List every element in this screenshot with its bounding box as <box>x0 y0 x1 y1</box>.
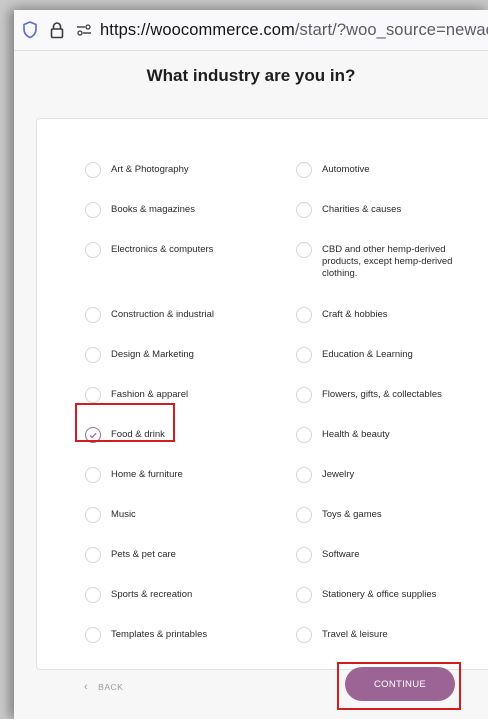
radio-icon[interactable] <box>296 427 312 443</box>
industry-option-software[interactable]: Software <box>296 547 457 563</box>
industry-option-templates-printables[interactable]: Templates & printables <box>85 627 207 643</box>
industry-option-automotive[interactable]: Automotive <box>296 162 457 178</box>
industry-option-toys-games[interactable]: Toys & games <box>296 507 457 523</box>
industry-option-jewelry[interactable]: Jewelry <box>296 467 457 483</box>
industry-option-cbd-hemp[interactable]: CBD and other hemp-derived products, exc… <box>296 242 457 280</box>
radio-icon[interactable] <box>296 162 312 178</box>
industry-option-flowers-gifts[interactable]: Flowers, gifts, & collectables <box>296 387 457 403</box>
radio-icon[interactable] <box>296 242 312 258</box>
industry-option-health-beauty[interactable]: Health & beauty <box>296 427 457 443</box>
industry-option-books-magazines[interactable]: Books & magazines <box>85 202 195 218</box>
radio-icon[interactable] <box>85 627 101 643</box>
radio-icon[interactable] <box>85 162 101 178</box>
radio-icon[interactable] <box>296 307 312 323</box>
radio-icon[interactable] <box>85 347 101 363</box>
radio-icon[interactable] <box>85 307 101 323</box>
radio-icon[interactable] <box>85 202 101 218</box>
continue-button[interactable]: CONTINUE <box>345 667 455 701</box>
address-bar[interactable]: https://woocommerce.com/start/?woo_sourc… <box>14 10 488 51</box>
url-host: https://woocommerce.com <box>100 20 295 39</box>
radio-icon[interactable] <box>296 467 312 483</box>
industry-option-fashion-apparel[interactable]: Fashion & apparel <box>85 387 188 403</box>
industry-option-charities-causes[interactable]: Charities & causes <box>296 202 457 218</box>
radio-icon[interactable] <box>85 587 101 603</box>
chevron-left-icon: ‹ <box>84 681 89 693</box>
back-label: BACK <box>98 682 124 692</box>
industry-options-card: Art & Photography Books & magazines Elec… <box>36 118 488 670</box>
selection-highlight-box <box>75 403 175 442</box>
radio-icon[interactable] <box>85 547 101 563</box>
industry-option-music[interactable]: Music <box>85 507 136 523</box>
radio-icon[interactable] <box>296 387 312 403</box>
radio-icon[interactable] <box>296 587 312 603</box>
browser-window: https://woocommerce.com/start/?woo_sourc… <box>14 10 488 719</box>
industry-option-sports-recreation[interactable]: Sports & recreation <box>85 587 192 603</box>
radio-icon[interactable] <box>85 507 101 523</box>
radio-icon[interactable] <box>296 507 312 523</box>
industry-option-travel-leisure[interactable]: Travel & leisure <box>296 627 457 643</box>
radio-icon[interactable] <box>296 202 312 218</box>
industry-option-design-marketing[interactable]: Design & Marketing <box>85 347 194 363</box>
lock-icon[interactable] <box>50 21 64 39</box>
radio-icon[interactable] <box>85 242 101 258</box>
permissions-icon[interactable] <box>76 23 92 37</box>
industry-option-construction-industrial[interactable]: Construction & industrial <box>85 307 214 323</box>
industry-option-craft-hobbies[interactable]: Craft & hobbies <box>296 307 457 323</box>
industry-option-education-learning[interactable]: Education & Learning <box>296 347 457 363</box>
shield-icon[interactable] <box>22 21 38 39</box>
radio-icon[interactable] <box>296 627 312 643</box>
back-button[interactable]: ‹ BACK <box>84 681 123 693</box>
industry-option-stationery-office[interactable]: Stationery & office supplies <box>296 587 457 603</box>
page-title: What industry are you in? <box>146 66 356 85</box>
industry-option-pets-pet-care[interactable]: Pets & pet care <box>85 547 176 563</box>
industry-option-home-furniture[interactable]: Home & furniture <box>85 467 183 483</box>
url-text[interactable]: https://woocommerce.com/start/?woo_sourc… <box>100 21 488 40</box>
radio-icon[interactable] <box>296 347 312 363</box>
industry-option-electronics-computers[interactable]: Electronics & computers <box>85 242 213 258</box>
radio-icon[interactable] <box>296 547 312 563</box>
industry-option-art-photography[interactable]: Art & Photography <box>85 162 189 178</box>
url-path: /start/?woo_source=newacc <box>294 20 488 39</box>
radio-icon[interactable] <box>85 387 101 403</box>
radio-icon[interactable] <box>85 467 101 483</box>
